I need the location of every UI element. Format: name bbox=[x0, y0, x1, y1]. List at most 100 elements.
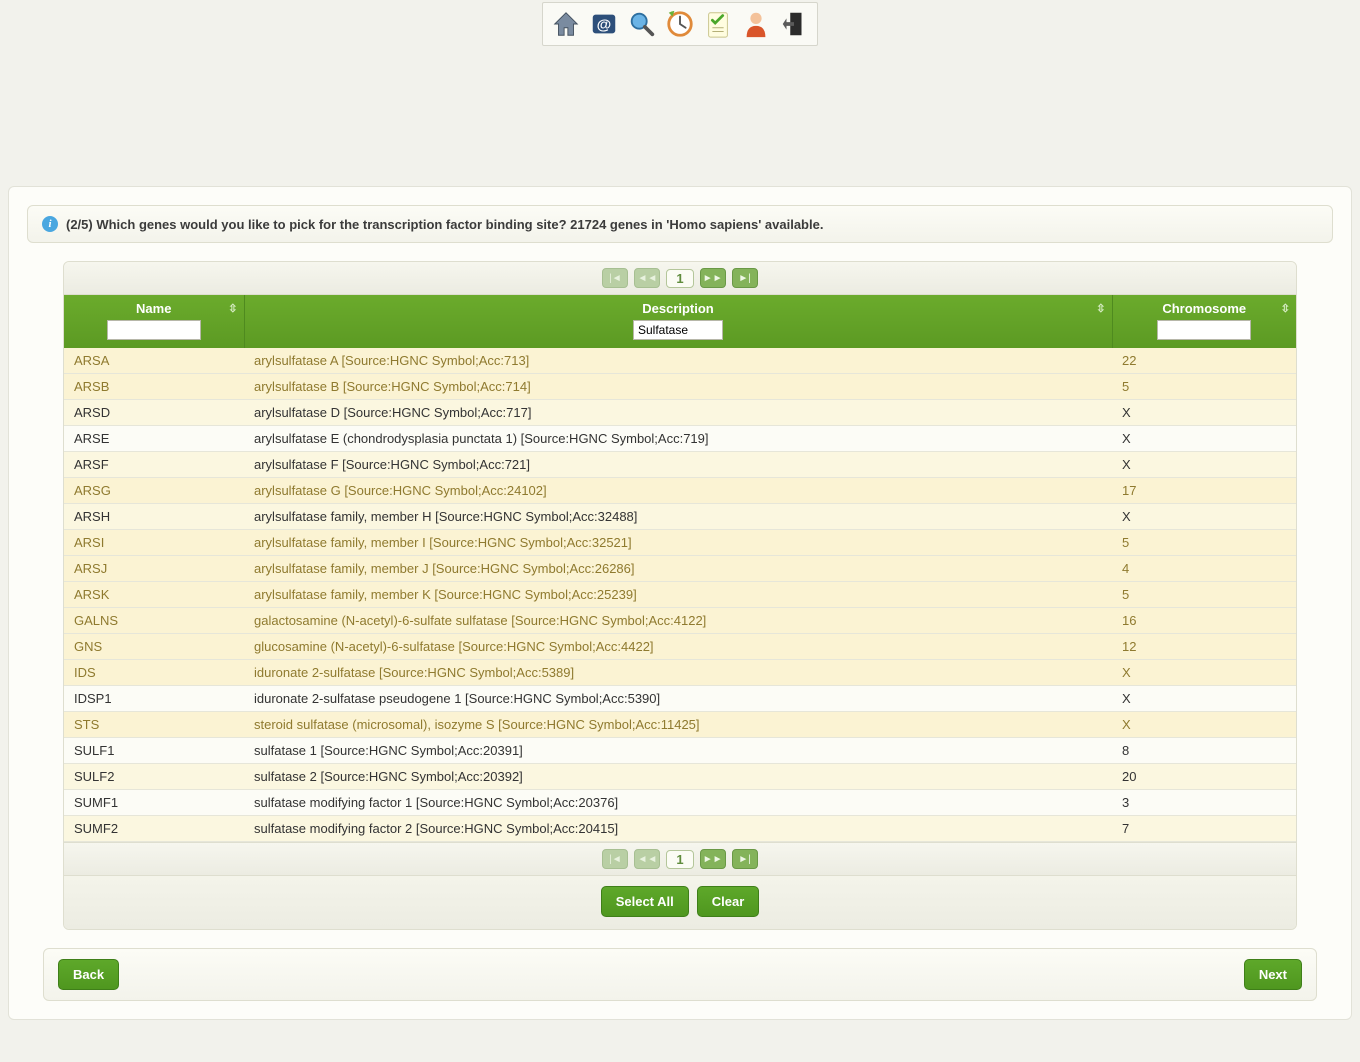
table-row[interactable]: SUMF2sulfatase modifying factor 2 [Sourc… bbox=[64, 816, 1296, 842]
table-row[interactable]: ARSEarylsulfatase E (chondrodysplasia pu… bbox=[64, 426, 1296, 452]
description-filter-input[interactable] bbox=[633, 320, 723, 340]
cell-description: arylsulfatase B [Source:HGNC Symbol;Acc:… bbox=[244, 374, 1112, 400]
cell-name: GALNS bbox=[64, 608, 244, 634]
cell-chromosome: 4 bbox=[1112, 556, 1296, 582]
cell-description: arylsulfatase D [Source:HGNC Symbol;Acc:… bbox=[244, 400, 1112, 426]
table-row[interactable]: ARSDarylsulfatase D [Source:HGNC Symbol;… bbox=[64, 400, 1296, 426]
cell-description: arylsulfatase family, member H [Source:H… bbox=[244, 504, 1112, 530]
cell-chromosome: 5 bbox=[1112, 530, 1296, 556]
cell-description: galactosamine (N-acetyl)-6-sulfate sulfa… bbox=[244, 608, 1112, 634]
search-icon[interactable] bbox=[625, 7, 659, 41]
wizard-nav: Back Next bbox=[43, 948, 1317, 1001]
cell-name: SULF1 bbox=[64, 738, 244, 764]
cell-name: ARSE bbox=[64, 426, 244, 452]
pager-top: |◄ ◄◄ 1 ►► ►| bbox=[64, 262, 1296, 295]
prev-page-button[interactable]: ◄◄ bbox=[634, 849, 660, 869]
table-row[interactable]: IDSiduronate 2-sulfatase [Source:HGNC Sy… bbox=[64, 660, 1296, 686]
cell-name: ARSG bbox=[64, 478, 244, 504]
next-page-button[interactable]: ►► bbox=[700, 849, 726, 869]
cell-name: GNS bbox=[64, 634, 244, 660]
cell-description: arylsulfatase F [Source:HGNC Symbol;Acc:… bbox=[244, 452, 1112, 478]
cell-name: SULF2 bbox=[64, 764, 244, 790]
table-row[interactable]: ARSAarylsulfatase A [Source:HGNC Symbol;… bbox=[64, 348, 1296, 374]
cell-name: IDS bbox=[64, 660, 244, 686]
banner-text: (2/5) Which genes would you like to pick… bbox=[66, 217, 823, 232]
cell-chromosome: 16 bbox=[1112, 608, 1296, 634]
first-page-button[interactable]: |◄ bbox=[602, 849, 628, 869]
table-row[interactable]: ARSJarylsulfatase family, member J [Sour… bbox=[64, 556, 1296, 582]
sort-icon: ⇳ bbox=[228, 302, 237, 315]
info-icon: i bbox=[42, 216, 58, 232]
cell-name: ARSD bbox=[64, 400, 244, 426]
home-icon[interactable] bbox=[549, 7, 583, 41]
cell-description: arylsulfatase family, member K [Source:H… bbox=[244, 582, 1112, 608]
sort-icon: ⇳ bbox=[1096, 302, 1105, 315]
page-number[interactable]: 1 bbox=[666, 850, 693, 869]
clear-button[interactable]: Clear bbox=[697, 886, 760, 917]
logout-icon[interactable] bbox=[777, 7, 811, 41]
history-icon[interactable] bbox=[663, 7, 697, 41]
first-page-button[interactable]: |◄ bbox=[602, 268, 628, 288]
next-button[interactable]: Next bbox=[1244, 959, 1302, 990]
user-icon[interactable] bbox=[739, 7, 773, 41]
cell-chromosome: 17 bbox=[1112, 478, 1296, 504]
table-row[interactable]: ARSBarylsulfatase B [Source:HGNC Symbol;… bbox=[64, 374, 1296, 400]
cell-description: arylsulfatase family, member J [Source:H… bbox=[244, 556, 1112, 582]
next-page-button[interactable]: ►► bbox=[700, 268, 726, 288]
table-row[interactable]: ARSFarylsulfatase F [Source:HGNC Symbol;… bbox=[64, 452, 1296, 478]
cell-description: sulfatase 2 [Source:HGNC Symbol;Acc:2039… bbox=[244, 764, 1112, 790]
col-chr-header[interactable]: Chromosome ⇳ bbox=[1112, 295, 1296, 348]
cell-description: iduronate 2-sulfatase [Source:HGNC Symbo… bbox=[244, 660, 1112, 686]
gene-table-panel: |◄ ◄◄ 1 ►► ►| Name ⇳ Description ⇳ bbox=[63, 261, 1297, 930]
table-row[interactable]: IDSP1iduronate 2-sulfatase pseudogene 1 … bbox=[64, 686, 1296, 712]
table-row[interactable]: SULF1sulfatase 1 [Source:HGNC Symbol;Acc… bbox=[64, 738, 1296, 764]
table-row[interactable]: ARSIarylsulfatase family, member I [Sour… bbox=[64, 530, 1296, 556]
cell-chromosome: X bbox=[1112, 504, 1296, 530]
cell-description: arylsulfatase family, member I [Source:H… bbox=[244, 530, 1112, 556]
cell-name: SUMF2 bbox=[64, 816, 244, 842]
cell-name: ARSA bbox=[64, 348, 244, 374]
table-row[interactable]: GALNSgalactosamine (N-acetyl)-6-sulfate … bbox=[64, 608, 1296, 634]
table-row[interactable]: ARSGarylsulfatase G [Source:HGNC Symbol;… bbox=[64, 478, 1296, 504]
col-name-header[interactable]: Name ⇳ bbox=[64, 295, 244, 348]
cell-name: STS bbox=[64, 712, 244, 738]
page-number[interactable]: 1 bbox=[666, 269, 693, 288]
cell-name: ARSJ bbox=[64, 556, 244, 582]
last-page-button[interactable]: ►| bbox=[732, 849, 758, 869]
table-row[interactable]: GNSglucosamine (N-acetyl)-6-sulfatase [S… bbox=[64, 634, 1296, 660]
table-row[interactable]: STSsteroid sulfatase (microsomal), isozy… bbox=[64, 712, 1296, 738]
select-all-button[interactable]: Select All bbox=[601, 886, 689, 917]
step-banner: i (2/5) Which genes would you like to pi… bbox=[27, 205, 1333, 243]
pager-bottom: |◄ ◄◄ 1 ►► ►| bbox=[64, 842, 1296, 875]
name-filter-input[interactable] bbox=[107, 320, 201, 340]
cell-chromosome: 5 bbox=[1112, 374, 1296, 400]
back-button[interactable]: Back bbox=[58, 959, 119, 990]
cell-name: ARSF bbox=[64, 452, 244, 478]
contact-icon[interactable]: @ bbox=[587, 7, 621, 41]
tasks-icon[interactable] bbox=[701, 7, 735, 41]
cell-chromosome: X bbox=[1112, 452, 1296, 478]
cell-chromosome: 7 bbox=[1112, 816, 1296, 842]
cell-description: arylsulfatase A [Source:HGNC Symbol;Acc:… bbox=[244, 348, 1112, 374]
prev-page-button[interactable]: ◄◄ bbox=[634, 268, 660, 288]
cell-chromosome: X bbox=[1112, 686, 1296, 712]
cell-name: ARSI bbox=[64, 530, 244, 556]
table-row[interactable]: SULF2sulfatase 2 [Source:HGNC Symbol;Acc… bbox=[64, 764, 1296, 790]
last-page-button[interactable]: ►| bbox=[732, 268, 758, 288]
cell-description: iduronate 2-sulfatase pseudogene 1 [Sour… bbox=[244, 686, 1112, 712]
cell-name: ARSB bbox=[64, 374, 244, 400]
cell-chromosome: 12 bbox=[1112, 634, 1296, 660]
sort-icon: ⇳ bbox=[1281, 302, 1290, 315]
svg-text:@: @ bbox=[597, 17, 612, 34]
table-row[interactable]: ARSKarylsulfatase family, member K [Sour… bbox=[64, 582, 1296, 608]
cell-chromosome: X bbox=[1112, 660, 1296, 686]
table-row[interactable]: ARSHarylsulfatase family, member H [Sour… bbox=[64, 504, 1296, 530]
col-desc-header[interactable]: Description ⇳ bbox=[244, 295, 1112, 348]
cell-description: glucosamine (N-acetyl)-6-sulfatase [Sour… bbox=[244, 634, 1112, 660]
chromosome-filter-input[interactable] bbox=[1157, 320, 1251, 340]
cell-name: ARSH bbox=[64, 504, 244, 530]
cell-description: sulfatase 1 [Source:HGNC Symbol;Acc:2039… bbox=[244, 738, 1112, 764]
cell-description: sulfatase modifying factor 2 [Source:HGN… bbox=[244, 816, 1112, 842]
cell-chromosome: 3 bbox=[1112, 790, 1296, 816]
table-row[interactable]: SUMF1sulfatase modifying factor 1 [Sourc… bbox=[64, 790, 1296, 816]
